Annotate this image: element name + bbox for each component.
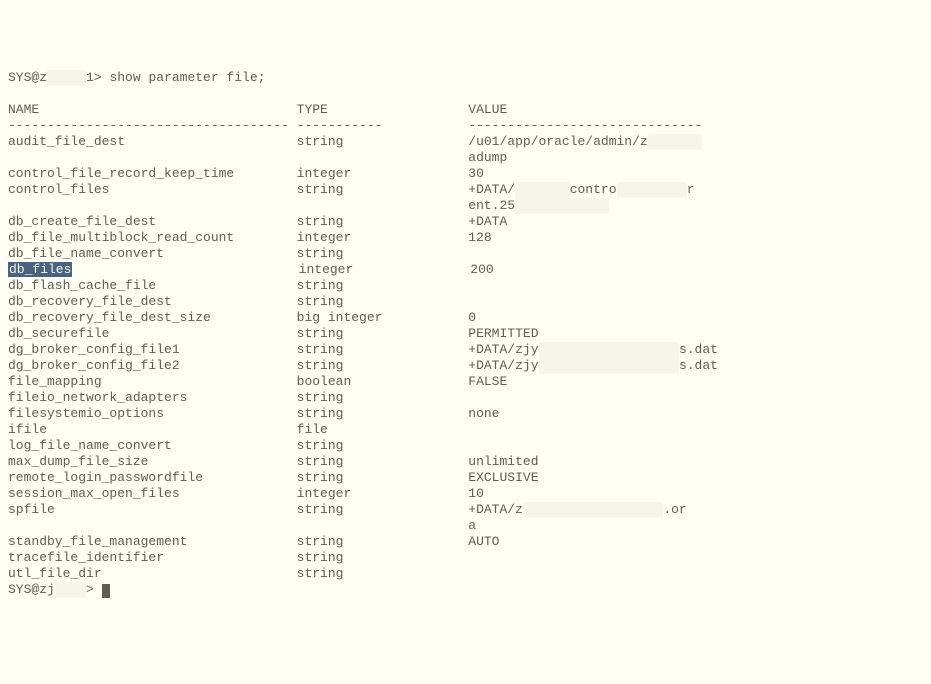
param-row: audit_file_dest string /u01/app/oracle/a… xyxy=(8,134,923,150)
param-row: control_files string +DATA/zjyysl/contro… xyxy=(8,182,923,198)
redacted: jyysl xyxy=(47,70,86,86)
divider-row: ------------------------------------ ---… xyxy=(8,118,923,134)
param-value: none xyxy=(468,406,499,421)
param-value: 128 xyxy=(468,230,491,245)
param-value: 0 xyxy=(468,310,476,325)
prompt-prefix: SYS@z xyxy=(8,70,47,85)
param-row-cont: a xyxy=(8,518,923,534)
param-value: +DATA xyxy=(468,214,507,229)
param-row: db_file_multiblock_read_count integer 12… xyxy=(8,230,923,246)
param-row: dg_broker_config_file2 string +DATA/zjyy… xyxy=(8,358,923,374)
param-row-cont: adump xyxy=(8,150,923,166)
param-value: AUTO xyxy=(468,534,499,549)
param-value: 30 xyxy=(468,166,484,181)
redacted: ysl/dr2zjyysl_prim xyxy=(539,358,679,374)
param-value: /u01/app/oracle/admin/z xyxy=(468,134,647,149)
redacted: jyysl1/ xyxy=(648,134,703,150)
command-text: show parameter file; xyxy=(109,70,265,85)
prompt-suffix: > xyxy=(86,582,102,597)
param-row: file_mapping boolean FALSE xyxy=(8,374,923,390)
prompt-suffix: 1> xyxy=(86,70,109,85)
param-value: 200 xyxy=(470,262,493,277)
param-value: PERMITTED xyxy=(468,326,538,341)
prompt-line-1[interactable]: SYS@zjyysl1> show parameter file; xyxy=(8,70,923,86)
header-row: NAME TYPE VALUE xyxy=(8,102,923,118)
redacted: yysl xyxy=(55,582,86,598)
param-row: filesystemio_options string none xyxy=(8,406,923,422)
param-value: +DATA/zjy xyxy=(468,358,538,373)
redacted: 8.1023895373 xyxy=(515,198,609,214)
param-row: tracefile_identifier string xyxy=(8,550,923,566)
redacted: ysl/dr1zjyysl_prim xyxy=(539,342,679,358)
param-row: db_files integer 200 xyxy=(8,262,923,278)
param-value: +DATA/ xyxy=(468,182,515,197)
param-row: remote_login_passwordfile string EXCLUSI… xyxy=(8,470,923,486)
param-row: db_recovery_file_dest string xyxy=(8,294,923,310)
param-value: +DATA/zjy xyxy=(468,342,538,357)
param-row: spfile string +DATA/zjyysl/spfilezjyysl.… xyxy=(8,502,923,518)
param-row: dg_broker_config_file1 string +DATA/zjyy… xyxy=(8,342,923,358)
param-value: EXCLUSIVE xyxy=(468,470,538,485)
param-row: db_create_file_dest string +DATA xyxy=(8,214,923,230)
param-row: fileio_network_adapters string xyxy=(8,390,923,406)
param-value: unlimited xyxy=(468,454,538,469)
param-name-highlighted: db_files xyxy=(8,262,72,277)
param-value: FALSE xyxy=(468,374,507,389)
param-row: db_recovery_file_dest_size big integer 0 xyxy=(8,310,923,326)
param-value: +DATA/z xyxy=(468,502,523,517)
param-row: db_flash_cache_file string xyxy=(8,278,923,294)
prompt-line-2[interactable]: SYS@zjyysl> xyxy=(8,582,923,598)
param-row-cont: ent.258.1023895373 xyxy=(8,198,923,214)
blank-line xyxy=(8,86,923,102)
param-value: 10 xyxy=(468,486,484,501)
param-row: log_file_name_convert string xyxy=(8,438,923,454)
param-row: db_securefile string PERMITTED xyxy=(8,326,923,342)
param-row: control_file_record_keep_time integer 30 xyxy=(8,166,923,182)
redacted: lfile/cur xyxy=(617,182,687,198)
param-row: max_dump_file_size string unlimited xyxy=(8,454,923,470)
param-row: db_file_name_convert string xyxy=(8,246,923,262)
param-row: session_max_open_files integer 10 xyxy=(8,486,923,502)
redacted: zjyysl/ xyxy=(515,182,570,198)
cursor xyxy=(102,584,110,598)
redacted: jyysl/spfilezjyysl xyxy=(523,502,663,518)
param-row: ifile file xyxy=(8,422,923,438)
prompt-prefix: SYS@zj xyxy=(8,582,55,597)
param-row: utl_file_dir string xyxy=(8,566,923,582)
param-row: standby_file_management string AUTO xyxy=(8,534,923,550)
